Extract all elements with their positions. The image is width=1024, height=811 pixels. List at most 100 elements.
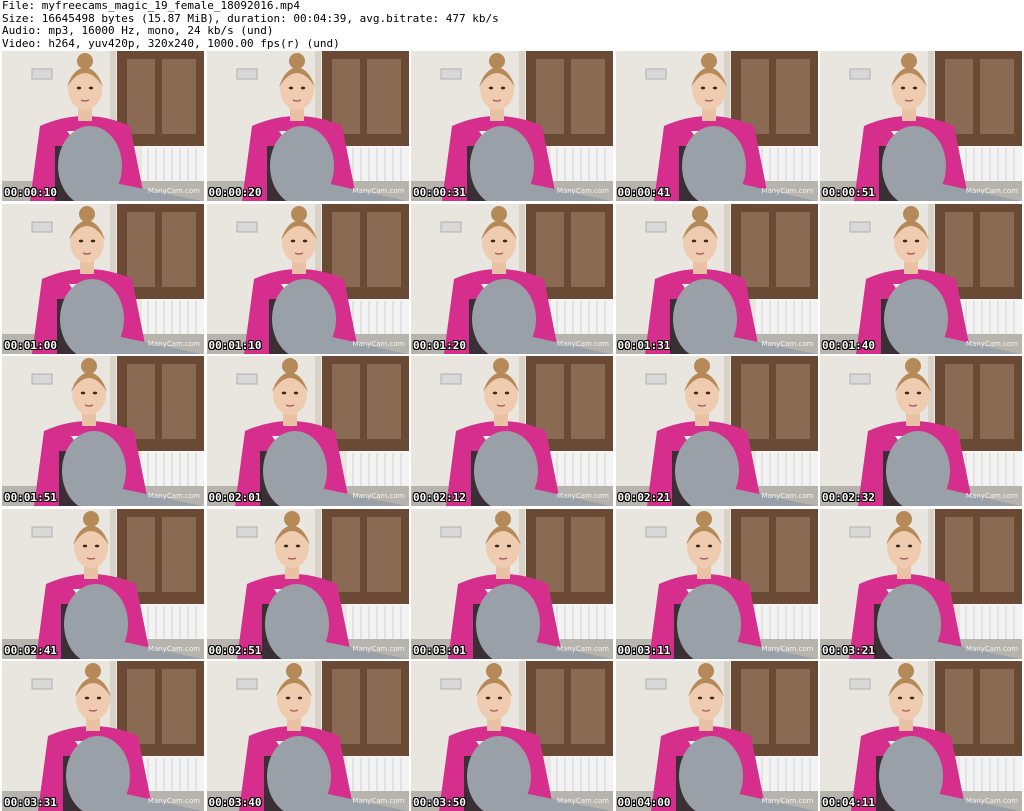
video-info-line: Video: h264, yuv420p, 320x240, 1000.00 f… <box>2 36 340 50</box>
video-thumbnail[interactable]: ManyCam.com 00:00:51 <box>820 51 1022 201</box>
frame-image <box>206 508 409 659</box>
thumbnail-timestamp: 00:00:10 <box>4 186 57 199</box>
video-thumbnail[interactable]: ManyCam.com 00:01:51 <box>2 356 204 506</box>
thumbnail-timestamp: 00:02:01 <box>208 491 262 504</box>
thumbnail-timestamp: 00:01:51 <box>4 491 57 504</box>
watermark-label: ManyCam.com <box>352 187 405 195</box>
video-thumbnail[interactable]: ManyCam.com 00:02:41 <box>2 508 204 659</box>
thumbnail-timestamp: 00:01:20 <box>413 338 466 352</box>
watermark-label: ManyCam.com <box>147 644 200 653</box>
frame-image <box>2 508 204 659</box>
thumbnail-timestamp: 00:02:51 <box>208 643 262 657</box>
thumbnail-timestamp: 00:02:32 <box>822 491 875 504</box>
thumbnail-timestamp: 00:04:00 <box>617 796 671 809</box>
thumbnail-timestamp: 00:01:00 <box>4 338 57 352</box>
audio-info-line: Audio: mp3, 16000 Hz, mono, 24 kb/s (und… <box>2 24 274 37</box>
video-thumbnail[interactable]: ManyCam.com 00:00:41 <box>615 51 818 201</box>
video-thumbnail[interactable]: ManyCam.com 00:03:50 <box>411 661 613 811</box>
thumbnail-timestamp: 00:00:31 <box>413 186 466 199</box>
file-info-header: File: myfreecams_magic_19_female_1809201… <box>2 0 1022 50</box>
frame-image <box>615 356 818 506</box>
thumbnail-timestamp: 00:03:21 <box>822 643 875 657</box>
watermark-label: ManyCam.com <box>965 187 1018 195</box>
thumbnail-timestamp: 00:02:41 <box>4 643 57 657</box>
frame-image <box>820 661 1022 811</box>
frame-image <box>2 661 204 811</box>
thumbnail-timestamp: 00:03:01 <box>413 643 466 657</box>
frame-image <box>206 356 409 506</box>
watermark-label: ManyCam.com <box>965 644 1018 653</box>
video-thumbnail[interactable]: ManyCam.com 00:01:31 <box>615 203 818 354</box>
thumbnail-timestamp: 00:00:41 <box>617 186 671 199</box>
thumbnail-timestamp: 00:03:40 <box>208 796 262 809</box>
video-thumbnail[interactable]: ManyCam.com 00:00:20 <box>206 51 409 201</box>
watermark-label: ManyCam.com <box>352 797 405 805</box>
watermark-label: ManyCam.com <box>352 339 405 348</box>
frame-image <box>615 508 818 659</box>
frame-image <box>820 51 1022 201</box>
frame-image <box>411 356 613 506</box>
watermark-label: ManyCam.com <box>147 492 200 500</box>
watermark-label: ManyCam.com <box>147 797 200 805</box>
video-thumbnail[interactable]: ManyCam.com 00:02:12 <box>411 356 613 506</box>
frame-image <box>2 203 204 354</box>
video-thumbnail[interactable]: ManyCam.com 00:03:31 <box>2 661 204 811</box>
frame-image <box>206 661 409 811</box>
watermark-label: ManyCam.com <box>556 339 609 348</box>
watermark-label: ManyCam.com <box>556 492 609 500</box>
frame-image <box>820 356 1022 506</box>
frame-image <box>615 661 818 811</box>
file-name-line: File: myfreecams_magic_19_female_1809201… <box>2 0 301 12</box>
watermark-label: ManyCam.com <box>761 644 814 653</box>
watermark-label: ManyCam.com <box>556 644 609 653</box>
video-thumbnail[interactable]: ManyCam.com 00:00:10 <box>2 51 204 201</box>
watermark-label: ManyCam.com <box>761 492 814 500</box>
video-thumbnail[interactable]: ManyCam.com 00:02:01 <box>206 356 409 506</box>
frame-image <box>820 508 1022 659</box>
video-thumbnail[interactable]: ManyCam.com 00:04:11 <box>820 661 1022 811</box>
watermark-label: ManyCam.com <box>761 187 814 195</box>
video-thumbnail[interactable]: ManyCam.com 00:03:01 <box>411 508 613 659</box>
video-thumbnail[interactable]: ManyCam.com 00:03:21 <box>820 508 1022 659</box>
frame-image <box>411 203 613 354</box>
watermark-label: ManyCam.com <box>352 644 405 653</box>
watermark-label: ManyCam.com <box>556 187 609 195</box>
frame-image <box>2 356 204 506</box>
watermark-label: ManyCam.com <box>556 797 609 805</box>
thumbnail-timestamp: 00:00:51 <box>822 186 875 199</box>
video-thumbnail[interactable]: ManyCam.com 00:01:40 <box>820 203 1022 354</box>
video-thumbnail[interactable]: ManyCam.com 00:01:10 <box>206 203 409 354</box>
watermark-label: ManyCam.com <box>761 339 814 348</box>
frame-image <box>2 51 204 201</box>
video-thumbnail[interactable]: ManyCam.com 00:02:51 <box>206 508 409 659</box>
thumbnail-timestamp: 00:02:21 <box>617 491 671 504</box>
frame-image <box>206 51 409 201</box>
thumbnail-timestamp: 00:03:50 <box>413 796 466 809</box>
thumbnail-grid: ManyCam.com 00:00:10 ManyCam.com 00:00:20 Ma… <box>2 51 1022 811</box>
frame-image <box>411 508 613 659</box>
video-thumbnail[interactable]: ManyCam.com 00:02:32 <box>820 356 1022 506</box>
watermark-label: ManyCam.com <box>352 492 405 500</box>
thumbnail-timestamp: 00:01:40 <box>822 338 875 352</box>
watermark-label: ManyCam.com <box>147 187 200 195</box>
video-thumbnail[interactable]: ManyCam.com 00:03:40 <box>206 661 409 811</box>
watermark-label: ManyCam.com <box>147 339 200 348</box>
video-thumbnail[interactable]: ManyCam.com 00:01:00 <box>2 203 204 354</box>
thumbnail-timestamp: 00:00:20 <box>208 186 262 199</box>
watermark-label: ManyCam.com <box>965 492 1018 500</box>
watermark-label: ManyCam.com <box>965 797 1018 805</box>
video-thumbnail[interactable]: ManyCam.com 00:04:00 <box>615 661 818 811</box>
frame-image <box>615 51 818 201</box>
video-thumbnail[interactable]: ManyCam.com 00:01:20 <box>411 203 613 354</box>
frame-image <box>411 661 613 811</box>
thumbnail-timestamp: 00:04:11 <box>822 796 875 809</box>
frame-image <box>820 203 1022 354</box>
watermark-label: ManyCam.com <box>761 797 814 805</box>
video-thumbnail[interactable]: ManyCam.com 00:02:21 <box>615 356 818 506</box>
video-thumbnail[interactable]: ManyCam.com 00:00:31 <box>411 51 613 201</box>
thumbnail-timestamp: 00:03:31 <box>4 796 57 809</box>
video-thumbnail[interactable]: ManyCam.com 00:03:11 <box>615 508 818 659</box>
thumbnail-timestamp: 00:03:11 <box>617 643 671 657</box>
thumbnail-timestamp: 00:02:12 <box>413 491 466 504</box>
frame-image <box>615 203 818 354</box>
